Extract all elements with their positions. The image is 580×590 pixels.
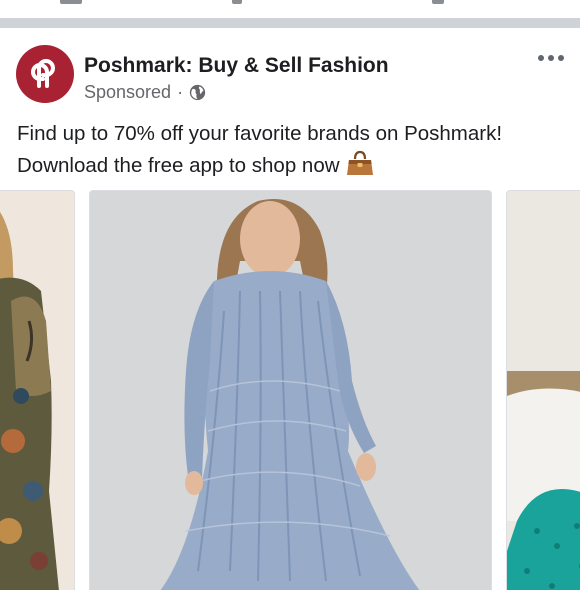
teal-garment-photo <box>507 191 580 590</box>
poshmark-logo-glyph <box>31 59 55 88</box>
page-name-link[interactable]: Poshmark: Buy & Sell Fashion <box>84 54 389 78</box>
previous-post-fragment <box>232 0 242 4</box>
globe-icon[interactable] <box>189 84 206 101</box>
carousel-card[interactable] <box>0 190 75 590</box>
post-text-line: Find up to 70% off your favorite brands … <box>17 118 567 150</box>
blue-embellished-dress-photo <box>90 191 491 590</box>
more-options-icon[interactable] <box>538 52 564 64</box>
handbag-icon <box>346 150 373 175</box>
more-dot <box>548 55 554 61</box>
post-text-content: Find up to 70% off your favorite brands … <box>17 122 503 145</box>
product-carousel[interactable] <box>0 190 580 590</box>
sponsored-post: Poshmark: Buy & Sell Fashion Sponsored ·… <box>0 28 580 590</box>
post-text-content: Download the free app to shop now <box>17 154 340 177</box>
previous-post-fragment <box>60 0 82 4</box>
more-dot <box>558 55 564 61</box>
floral-dress-photo <box>0 191 74 590</box>
post-text-line: Download the free app to shop now <box>17 150 567 182</box>
carousel-card[interactable] <box>506 190 580 590</box>
sponsored-label[interactable]: Sponsored <box>84 82 171 103</box>
feed-separator <box>0 18 580 28</box>
post-meta: Sponsored · <box>84 82 206 103</box>
post-message: Find up to 70% off your favorite brands … <box>17 118 567 182</box>
meta-separator: · <box>177 82 184 102</box>
more-dot <box>538 55 544 61</box>
carousel-card[interactable] <box>89 190 492 590</box>
previous-post-edge <box>0 0 580 18</box>
poshmark-logo-icon[interactable] <box>16 45 74 103</box>
previous-post-fragment <box>432 0 444 4</box>
